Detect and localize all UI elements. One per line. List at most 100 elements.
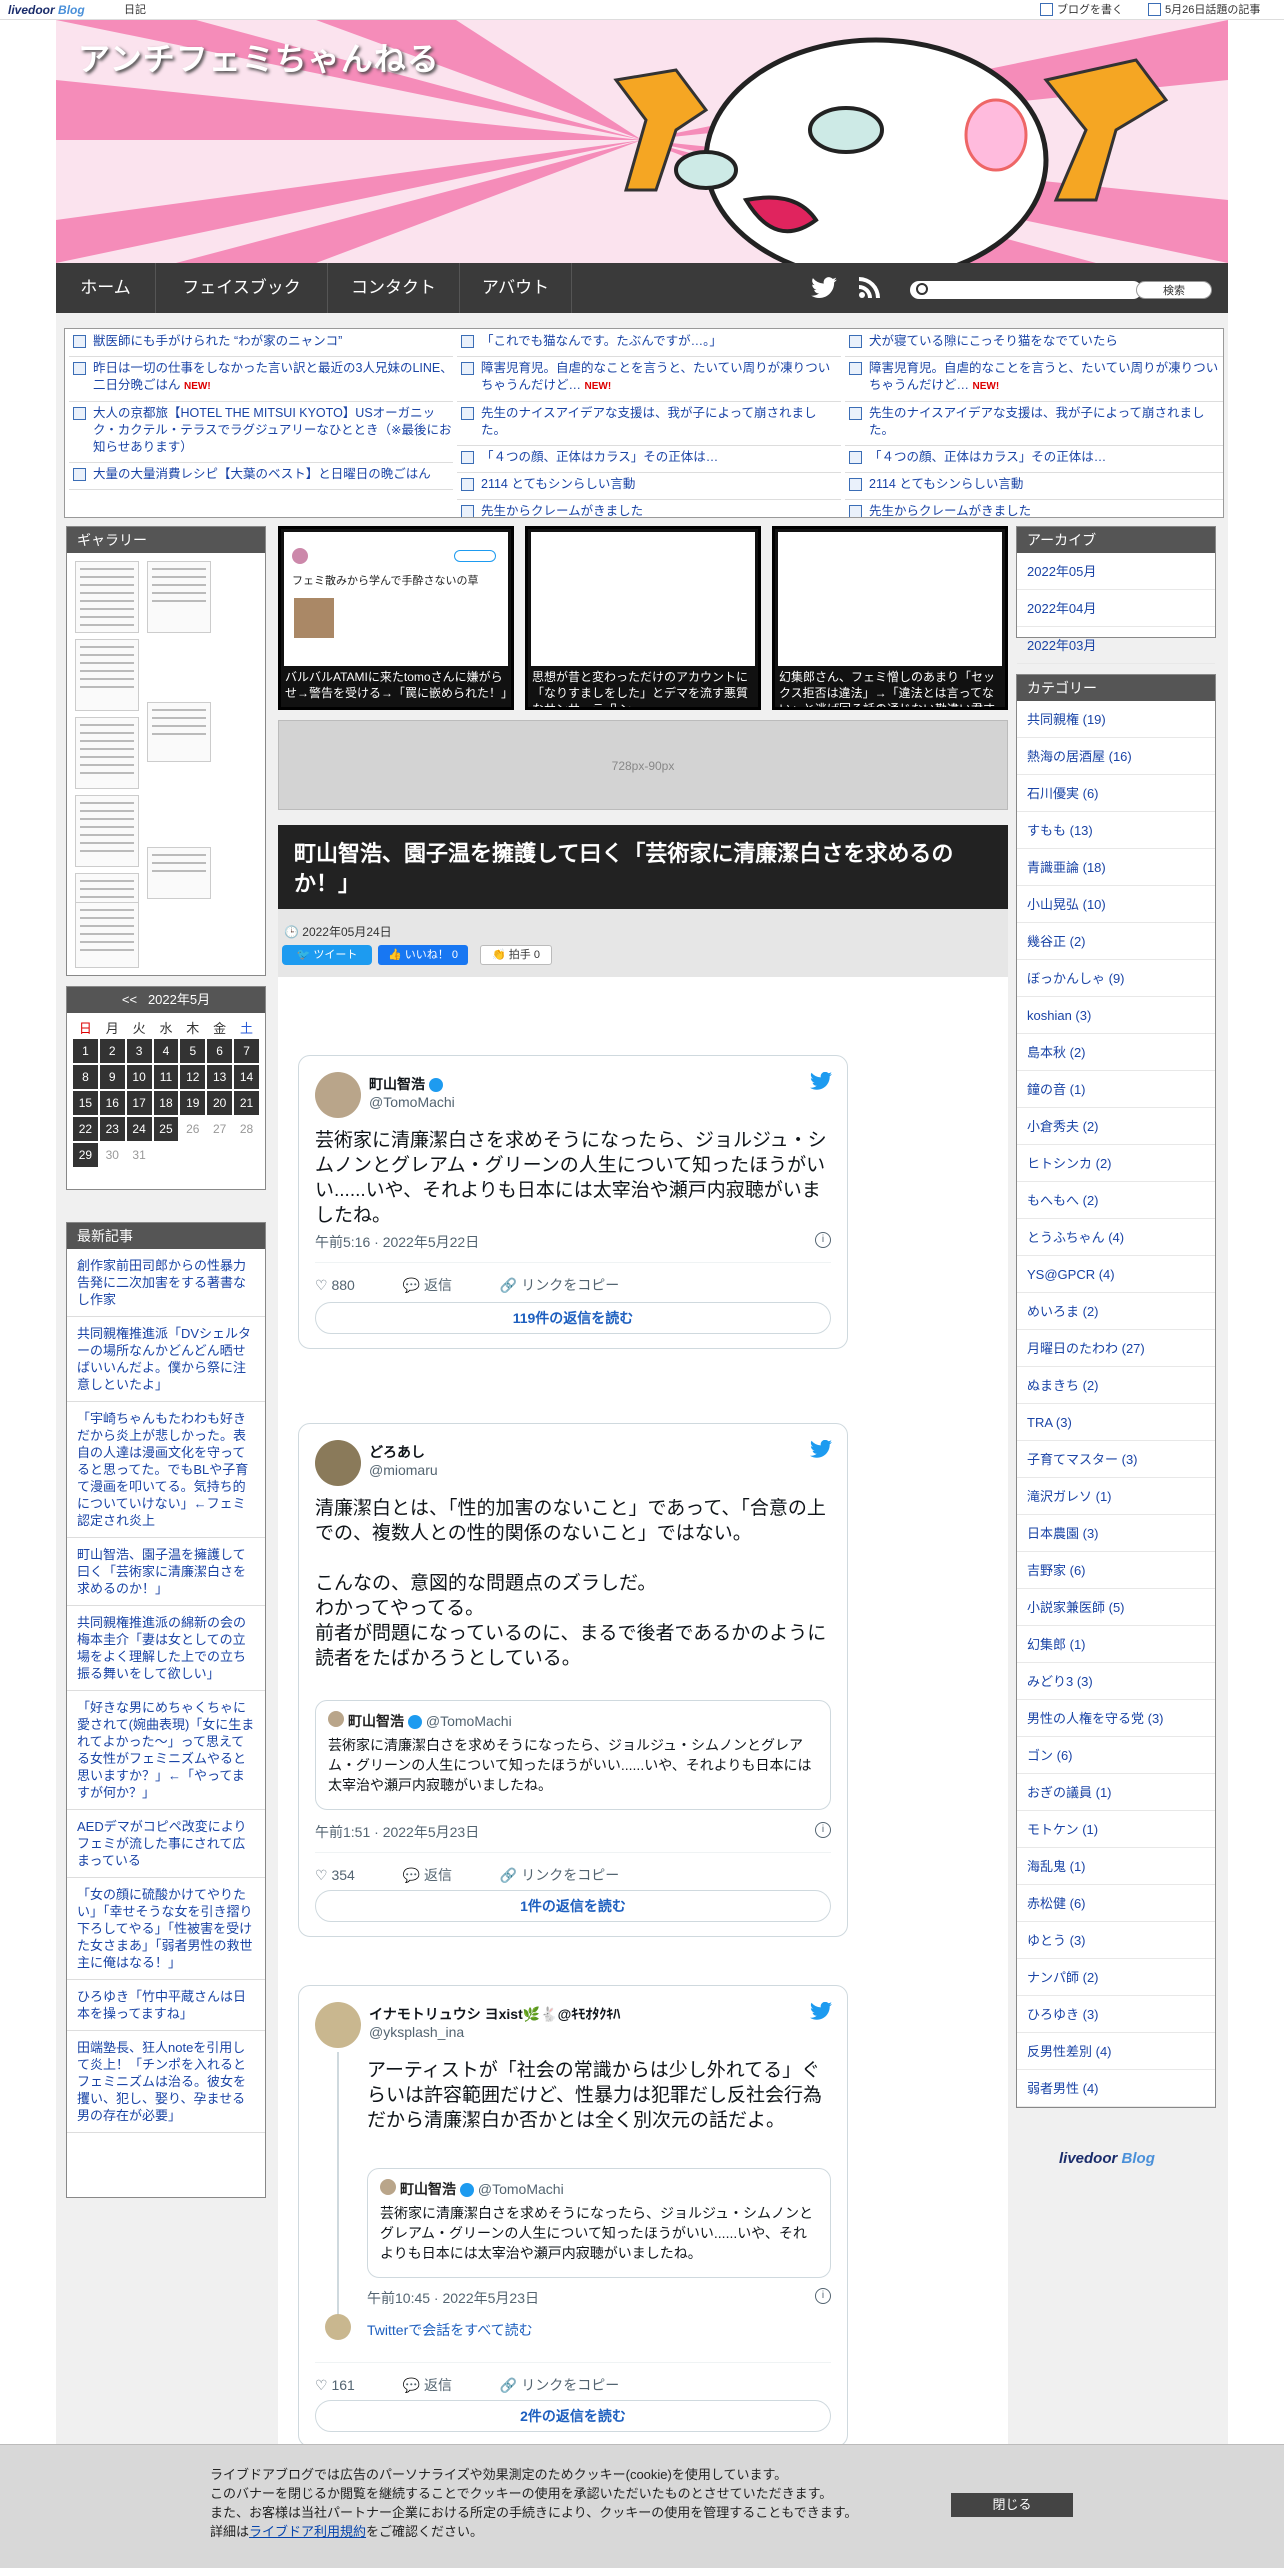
related-link-item[interactable]: 「これでも猫なんです。たぶんですが…。」 <box>457 333 841 357</box>
calendar-day[interactable]: 29 <box>73 1143 98 1167</box>
calendar-day[interactable]: 14 <box>234 1065 259 1089</box>
related-link-item[interactable]: 先生のナイスアイデアな支援は、我が子によって崩されました。 <box>457 405 841 446</box>
recent-post-link[interactable]: 共同親権推進派の綿新の会の梅本圭介「妻は女としての立場をよく理解した上での立ち振… <box>67 1606 265 1691</box>
category-link[interactable]: 月曜日のたわわ (27) <box>1017 1330 1215 1367</box>
calendar-day[interactable]: 4 <box>153 1039 179 1063</box>
reply-action[interactable]: 💬 返信 <box>403 2377 474 2393</box>
category-link[interactable]: 弱者男性 (4) <box>1017 2070 1215 2107</box>
related-link-item[interactable]: 先生のナイスアイデアな支援は、我が子によって崩されました。 <box>845 405 1223 446</box>
reply-action[interactable]: 💬 返信 <box>403 1867 474 1883</box>
gallery-thumb[interactable] <box>75 561 139 633</box>
gallery-thumb[interactable] <box>75 639 139 711</box>
related-link-item[interactable]: 昨日は一切の仕事をしなかった言い訳と最近の3人兄妹のLINE、二日分晩ごはん N… <box>69 360 453 402</box>
featured-card[interactable]: 幻集郎さん、フェミ憎しのあまり「セックス拒否は違法」→「違法とは言ってない」と逃… <box>772 526 1008 710</box>
terms-link[interactable]: ライブドア利用規約 <box>249 2524 366 2539</box>
category-link[interactable]: ひろゆき (3) <box>1017 1996 1215 2033</box>
category-link[interactable]: 島本秋 (2) <box>1017 1034 1215 1071</box>
gallery-thumb[interactable] <box>75 795 139 867</box>
clap-button[interactable]: 👏 拍手 0 <box>480 945 552 965</box>
calendar-day[interactable]: 6 <box>207 1039 233 1063</box>
recent-post-link[interactable]: AEDデマがコピペ改変によりフェミが流した事にされて広まっている <box>67 1810 265 1878</box>
copy-link-action[interactable]: 🔗 リンクをコピー <box>500 2377 641 2393</box>
calendar-day[interactable]: 23 <box>99 1117 125 1141</box>
calendar-day[interactable]: 15 <box>73 1091 98 1115</box>
calendar-day[interactable]: 5 <box>180 1039 206 1063</box>
recent-post-link[interactable]: ひろゆき「竹中平蔵さんは日本を操ってますね」 <box>67 1980 265 2031</box>
gallery-thumb[interactable] <box>147 561 211 633</box>
search-button[interactable]: 検索 <box>1136 281 1212 299</box>
calendar-day[interactable]: 12 <box>180 1065 206 1089</box>
category-link[interactable]: 幾谷正 (2) <box>1017 923 1215 960</box>
category-link[interactable]: 鐘の音 (1) <box>1017 1071 1215 1108</box>
gallery-thumb[interactable] <box>75 717 139 789</box>
write-blog-link[interactable]: ブログを書く <box>1040 0 1123 20</box>
related-link-item[interactable]: 獣医師にも手がけられた “わが家のニャンコ” <box>69 333 453 357</box>
tweet-share-button[interactable]: 🐦 ツイート <box>282 945 372 965</box>
category-link[interactable]: すもも (13) <box>1017 812 1215 849</box>
tweet-timestamp[interactable]: 午前5:16 · 2022年5月22日 <box>315 1232 479 1252</box>
archive-link[interactable]: 2022年03月 <box>1017 627 1215 664</box>
twitter-bird-icon[interactable] <box>809 2002 833 2022</box>
category-link[interactable]: モトケン (1) <box>1017 1811 1215 1848</box>
tweet-author-name[interactable]: どろあし <box>369 1442 425 1462</box>
related-link-item[interactable]: 先生からクレームがきました <box>845 503 1223 517</box>
rss-icon[interactable] <box>858 275 882 305</box>
category-link[interactable]: 幻集郎 (1) <box>1017 1626 1215 1663</box>
category-link[interactable]: 反男性差別 (4) <box>1017 2033 1215 2070</box>
category-link[interactable]: 滝沢ガレソ (1) <box>1017 1478 1215 1515</box>
related-link-item[interactable]: 「４つの顔、正体はカラス」その正体は… <box>845 449 1223 473</box>
calendar-day[interactable]: 2 <box>99 1039 125 1063</box>
category-link[interactable]: ぬまきち (2) <box>1017 1367 1215 1404</box>
calendar-day[interactable]: 31 <box>126 1143 152 1167</box>
recent-post-link[interactable]: 共同親権推進派「DVシェルターの場所なんかどんどん晒せばいいんだよ。僕から祭に注… <box>67 1317 265 1402</box>
related-link-item[interactable]: 2114 とてもシンらしい言動 <box>457 476 841 500</box>
category-link[interactable]: YS@GPCR (4) <box>1017 1256 1215 1293</box>
category-link[interactable]: ナンパ師 (2) <box>1017 1959 1215 1996</box>
category-link[interactable]: 海乱鬼 (1) <box>1017 1848 1215 1885</box>
archive-link[interactable]: 2022年05月 <box>1017 553 1215 590</box>
tweet-author-name[interactable]: 町山智浩 <box>369 1074 443 1094</box>
tweet-author-name[interactable]: イナモトリュウシ ヨxist🌿🐇@ｷﾓｵﾀｸｷﾊ <box>369 2004 620 2024</box>
facebook-like-button[interactable]: 👍 いいね！ 0 <box>378 945 468 965</box>
tweet-timestamp[interactable]: 午前10:45 · 2022年5月23日 <box>367 2288 539 2308</box>
like-action[interactable]: ♡ 354 <box>315 1867 377 1883</box>
category-link[interactable]: ぼっかんしゃ (9) <box>1017 960 1215 997</box>
category-link[interactable]: めいろま (2) <box>1017 1293 1215 1330</box>
tweet-timestamp[interactable]: 午前1:51 · 2022年5月23日 <box>315 1822 479 1842</box>
category-link[interactable]: 日本農園 (3) <box>1017 1515 1215 1552</box>
category-link[interactable]: みどり3 (3) <box>1017 1663 1215 1700</box>
category-link[interactable]: ヒトシンカ (2) <box>1017 1145 1215 1182</box>
cookie-close-button[interactable]: 閉じる <box>951 2493 1073 2517</box>
category-link[interactable]: 小説家兼医師 (5) <box>1017 1589 1215 1626</box>
gallery-thumb[interactable] <box>147 702 211 762</box>
recent-post-link[interactable]: 創作家前田司郎からの性暴力告発に二次加害をする著書なし作家 <box>67 1249 265 1317</box>
calendar-prev-link[interactable]: << <box>122 992 137 1007</box>
nav-facebook[interactable]: フェイスブック <box>156 263 328 313</box>
category-link[interactable]: koshian (3) <box>1017 997 1215 1034</box>
info-icon[interactable]: i <box>815 1232 831 1248</box>
info-icon[interactable]: i <box>815 2288 831 2304</box>
calendar-day[interactable]: 11 <box>153 1065 179 1089</box>
like-action[interactable]: ♡ 880 <box>315 1277 377 1293</box>
gallery-thumb[interactable] <box>147 847 211 899</box>
calendar-day[interactable]: 25 <box>153 1117 179 1141</box>
category-link[interactable]: とうふちゃん (4) <box>1017 1219 1215 1256</box>
recent-post-link[interactable]: 田端塾長、狂人noteを引用して炎上！「チンポを入れるとフェミニズムは治る。彼女… <box>67 2031 265 2133</box>
read-conversation-link[interactable]: Twitterで会話をすべて読む <box>367 2320 533 2340</box>
calendar-day[interactable]: 7 <box>234 1039 259 1063</box>
related-link-item[interactable]: 犬が寝ている隙にこっそり猫をなでていたら <box>845 333 1223 357</box>
calendar-day[interactable]: 21 <box>234 1091 259 1115</box>
related-link-item[interactable]: 障害児育児。自虐的なことを言うと、たいてい周りが凍りつい ちゃうんだけど… NE… <box>845 360 1223 402</box>
copy-link-action[interactable]: 🔗 リンクをコピー <box>500 1867 641 1883</box>
embedded-tweet[interactable]: イナモトリュウシ ヨxist🌿🐇@ｷﾓｵﾀｸｷﾊ @yksplash_ina ア… <box>298 1985 848 2447</box>
read-replies-button[interactable]: 1件の返信を読む <box>315 1890 831 1922</box>
calendar-day[interactable]: 22 <box>73 1117 98 1141</box>
category-link[interactable]: ゆとう (3) <box>1017 1922 1215 1959</box>
category-link[interactable]: 子育てマスター (3) <box>1017 1441 1215 1478</box>
twitter-bird-icon[interactable] <box>809 1440 833 1460</box>
calendar-day[interactable]: 19 <box>180 1091 206 1115</box>
related-link-item[interactable]: 先生からクレームがきました <box>457 503 841 517</box>
copy-link-action[interactable]: 🔗 リンクをコピー <box>500 1277 641 1293</box>
recent-post-link[interactable]: 「女の顔に硫酸かけてやりたい」「幸せそうな女を引き摺り下ろしてやる」「性被害を受… <box>67 1878 265 1980</box>
info-icon[interactable]: i <box>815 1822 831 1838</box>
